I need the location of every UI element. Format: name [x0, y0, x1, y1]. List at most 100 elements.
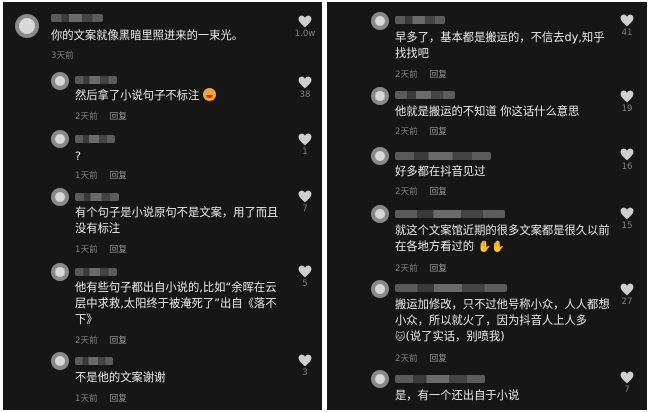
comment-text: 他就是搬运的不知道 你这话什么意思: [395, 105, 580, 118]
username[interactable]: [75, 76, 117, 84]
comment-time: 2天前: [395, 354, 418, 364]
like-count: 41: [621, 28, 633, 38]
comment-meta: 2天前 回复: [395, 262, 447, 274]
reply-button[interactable]: 回复: [430, 264, 447, 274]
avatar[interactable]: [371, 87, 389, 105]
comment-text: 搬运加修改，只不过他号称小众，人人都想小众，所以就火了，因为抖音人上人多: [395, 298, 610, 327]
avatar[interactable]: [51, 188, 69, 206]
like-count: 27: [621, 297, 633, 307]
heart-icon: [298, 265, 312, 278]
reply-button[interactable]: 回复: [430, 354, 447, 364]
username[interactable]: [395, 91, 455, 99]
avatar[interactable]: [51, 352, 69, 370]
like-count: 16: [621, 162, 633, 172]
comment-text: 然后拿了小说句子不标注: [75, 88, 275, 104]
comment-meta: 2天前 回复: [395, 185, 447, 197]
comment-meta: 2天前 回复: [395, 125, 447, 137]
left-comment-screen: 你的文案就像黑暗里照进来的一束光。 3天前 1.0w 然后拿了小说句子不标注 2…: [3, 2, 322, 410]
comment-meta: 1天前 回复: [75, 169, 127, 181]
heart-icon: [298, 15, 312, 28]
avatar[interactable]: [371, 280, 389, 298]
like-button[interactable]: 1.0w: [291, 15, 319, 39]
comment-text: 有个句子是小说原句不是文案，用了而且没有标注: [75, 206, 279, 235]
avatar[interactable]: [371, 370, 389, 388]
avatar[interactable]: [371, 147, 389, 165]
comment-text-tail: (说了实话，别喷我): [405, 330, 505, 343]
like-count: 38: [299, 90, 311, 100]
username[interactable]: [75, 135, 115, 143]
comment-meta: 2天前 回复: [395, 352, 447, 364]
comment-text: 不是他的文案谢谢: [75, 371, 166, 384]
username[interactable]: [395, 152, 491, 160]
heart-icon: [620, 283, 634, 296]
like-button[interactable]: 5: [291, 265, 319, 289]
comment-text: ?: [75, 150, 81, 163]
heart-icon: [298, 354, 312, 367]
like-count: 5: [302, 279, 308, 289]
comment-text: 好多都在抖音见过: [395, 165, 486, 178]
reply-button[interactable]: 回复: [430, 127, 447, 137]
like-button[interactable]: 27: [613, 283, 641, 307]
comment-time: 2天前: [75, 336, 98, 346]
comment-time: 1天前: [75, 394, 98, 404]
username[interactable]: [395, 375, 485, 383]
comment-time: 2天前: [395, 187, 418, 197]
reply-button[interactable]: 回复: [110, 336, 127, 346]
reply-button[interactable]: 回复: [110, 245, 127, 255]
like-count: 3: [302, 368, 308, 378]
username[interactable]: [75, 357, 113, 365]
comment-text-body: 然后拿了小说句子不标注: [75, 89, 200, 102]
comment-text: 是，有一个还出自于小说: [395, 389, 520, 402]
comment-text: 就这个文案馆近期的很多文案都是很久以前在各地方看过的 ✋✋: [395, 223, 617, 255]
avatar[interactable]: [371, 205, 389, 223]
comment-meta: 2天前 回复: [75, 334, 127, 346]
avatar[interactable]: [51, 72, 69, 90]
reply-button[interactable]: 回复: [430, 187, 447, 197]
comment-meta: 1天前 回复: [75, 243, 127, 255]
like-button[interactable]: 7: [291, 190, 319, 214]
reply-button[interactable]: 回复: [110, 112, 127, 122]
reply-button[interactable]: 回复: [430, 70, 447, 80]
heart-icon: [620, 371, 634, 384]
username[interactable]: [75, 268, 117, 276]
comment-meta: 2天前 回复: [395, 68, 447, 80]
comment-time: 2天前: [395, 70, 418, 80]
heart-icon: [298, 76, 312, 89]
like-button[interactable]: 15: [613, 207, 641, 231]
avatar[interactable]: [15, 14, 39, 38]
username[interactable]: [395, 284, 507, 292]
comment-time: 2天前: [75, 112, 98, 122]
heart-icon: [620, 207, 634, 220]
comment-text: 他有些句子都出自小说的,比如“余晖在云层中求救,太阳终于被淹死了”出自《落不下》: [75, 281, 277, 326]
avatar[interactable]: [51, 130, 69, 148]
emoji-face-icon: [202, 88, 216, 101]
comment-time: 2天前: [395, 264, 418, 274]
like-button[interactable]: 38: [291, 76, 319, 100]
like-button[interactable]: 16: [613, 148, 641, 172]
comment-time: 1天前: [75, 245, 98, 255]
reply-button[interactable]: 回复: [110, 394, 127, 404]
like-button[interactable]: 3: [291, 354, 319, 378]
reply-button[interactable]: 回复: [110, 171, 127, 181]
comment-time: 2天前: [395, 127, 418, 137]
username[interactable]: [395, 210, 505, 218]
username[interactable]: [51, 14, 103, 22]
comment-time: 1天前: [75, 171, 98, 181]
username[interactable]: [75, 193, 119, 201]
avatar[interactable]: [51, 263, 69, 281]
comment-text: 早多了，基本都是搬运的，不信去dy,知乎找找吧: [395, 31, 605, 60]
like-count: 7: [624, 385, 630, 395]
like-button[interactable]: 19: [613, 90, 641, 114]
cat-face-icon: 🐱: [395, 332, 406, 343]
like-button[interactable]: 7: [613, 371, 641, 395]
heart-icon: [298, 133, 312, 146]
like-count: 1: [302, 147, 308, 157]
like-button[interactable]: 41: [613, 14, 641, 38]
avatar[interactable]: [371, 12, 389, 30]
like-button[interactable]: 1: [291, 133, 319, 157]
comment-time: 3天前: [51, 51, 74, 61]
username[interactable]: [395, 16, 445, 24]
right-comment-screen: 早多了，基本都是搬运的，不信去dy,知乎找找吧 2天前 回复 41 他就是搬运的不…: [327, 2, 647, 410]
like-count: 19: [621, 104, 633, 114]
heart-icon: [620, 14, 634, 27]
